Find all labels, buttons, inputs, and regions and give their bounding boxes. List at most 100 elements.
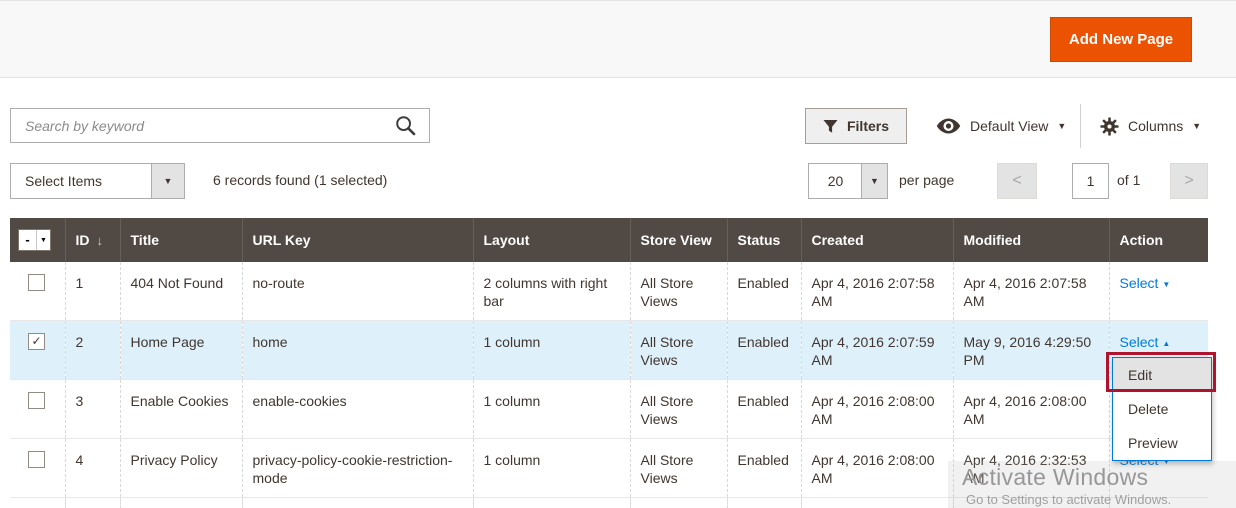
chevron-down-icon: ▼ (870, 177, 879, 186)
cell-action: Select▼ (1109, 262, 1208, 320)
columns-label: Columns (1128, 118, 1183, 134)
activate-windows-subtext: Go to Settings to activate Windows. (966, 492, 1171, 507)
search-icon[interactable] (395, 115, 416, 136)
per-page-label: per page (899, 172, 954, 188)
cell-title: Enable Cookies (120, 379, 242, 438)
columns-control[interactable]: Columns ▼ (1100, 108, 1201, 144)
cell-title: Privacy Policy (120, 438, 242, 497)
activate-windows-watermark: Activate Windows (962, 464, 1148, 491)
cell-layout: 1 column (473, 320, 630, 379)
per-page-caret-button[interactable]: ▼ (861, 164, 887, 198)
search-input[interactable] (10, 108, 430, 143)
table-row: ✓ 2 Home Page home 1 column All Store Vi… (10, 320, 1208, 379)
row-action-menu: Edit Delete Preview (1112, 357, 1212, 461)
cell-created: Apr 4, 2016 2:07:59 AM (801, 320, 953, 379)
column-header-layout[interactable]: Layout (473, 218, 630, 262)
select-all-dash: - (19, 231, 36, 249)
chevron-down-icon: ▼ (37, 237, 50, 244)
row-select-cell (10, 438, 65, 497)
cell-created: Apr 4, 2016 2:07:58 AM (801, 262, 953, 320)
chevron-up-icon: ▲ (1162, 339, 1170, 348)
cell-url-key: no-route (242, 262, 473, 320)
column-header-action: Action (1109, 218, 1208, 262)
filter-funnel-icon (823, 119, 838, 134)
per-page-value: 20 (809, 164, 862, 198)
action-menu-item-preview[interactable]: Preview (1113, 426, 1211, 460)
chevron-down-icon: ▼ (1192, 122, 1201, 131)
column-header-id[interactable]: ID↓ (65, 218, 120, 262)
cell-status: Enabled (727, 262, 801, 320)
column-header-title[interactable]: Title (120, 218, 242, 262)
mass-action-select[interactable]: Select Items ▼ (10, 163, 185, 199)
records-summary: 6 records found (1 selected) (213, 172, 387, 188)
column-header-modified[interactable]: Modified (953, 218, 1109, 262)
sort-descending-icon: ↓ (97, 233, 104, 248)
cell-modified: Apr 4, 2016 2:08:00 AM (953, 379, 1109, 438)
cell-store-view: All Store Views (630, 320, 727, 379)
cell-created: Apr 4, 2016 2:08:00 AM (801, 438, 953, 497)
keyword-search (10, 108, 430, 143)
cell-status: Enabled (727, 379, 801, 438)
cell-layout: 2 columns with right bar (473, 262, 630, 320)
cell-id: 4 (65, 438, 120, 497)
row-select-cell (10, 262, 65, 320)
per-page-select[interactable]: 20 ▼ (808, 163, 888, 199)
row-action-select[interactable]: Select▼ (1120, 275, 1171, 291)
row-checkbox-checked[interactable]: ✓ (28, 333, 45, 350)
row-select-cell: ✓ (10, 320, 65, 379)
toolbar-divider (1080, 104, 1081, 148)
row-checkbox[interactable] (28, 451, 45, 468)
row-checkbox[interactable] (28, 274, 45, 291)
filters-label: Filters (847, 118, 889, 134)
cell-layout: 1 column (473, 379, 630, 438)
cell-id: 2 (65, 320, 120, 379)
eye-icon (936, 118, 961, 134)
checkmark-icon: ✓ (31, 332, 41, 350)
column-header-store-view[interactable]: Store View (630, 218, 727, 262)
cell-title: 404 Not Found (120, 262, 242, 320)
cell-store-view: All Store Views (630, 379, 727, 438)
row-checkbox[interactable] (28, 392, 45, 409)
cell-status: Enabled (727, 438, 801, 497)
row-select-cell (10, 379, 65, 438)
row-action-select-open[interactable]: Select▲ (1120, 334, 1171, 350)
gear-icon (1100, 117, 1119, 136)
cell-modified: May 9, 2016 4:29:50 PM (953, 320, 1109, 379)
current-page-input[interactable] (1072, 163, 1109, 199)
cell-store-view: All Store Views (630, 438, 727, 497)
select-all-header: - ▼ (10, 218, 65, 262)
mass-action-label: Select Items (25, 164, 102, 198)
select-all-control[interactable]: - ▼ (18, 229, 51, 251)
next-page-button[interactable]: > (1170, 163, 1208, 199)
total-pages-label: of 1 (1117, 172, 1140, 188)
cell-id: 1 (65, 262, 120, 320)
filters-button[interactable]: Filters (805, 108, 907, 144)
cell-title: Home Page (120, 320, 242, 379)
previous-page-button[interactable]: < (997, 163, 1037, 199)
add-new-page-button[interactable]: Add New Page (1050, 17, 1192, 62)
cell-id: 3 (65, 379, 120, 438)
action-menu-item-edit[interactable]: Edit (1113, 358, 1211, 392)
cell-url-key: privacy-policy-cookie-restriction-mode (242, 438, 473, 497)
table-row: 1 404 Not Found no-route 2 columns with … (10, 262, 1208, 320)
column-header-status[interactable]: Status (727, 218, 801, 262)
cell-layout: 1 column (473, 438, 630, 497)
table-row: 3 Enable Cookies enable-cookies 1 column… (10, 379, 1208, 438)
table-header-row: - ▼ ID↓ Title URL Key Layout Store View … (10, 218, 1208, 262)
default-view-switcher[interactable]: Default View ▼ (936, 108, 1066, 144)
chevron-down-icon: ▼ (164, 177, 173, 186)
cell-status: Enabled (727, 320, 801, 379)
chevron-down-icon: ▼ (1057, 122, 1066, 131)
column-header-created[interactable]: Created (801, 218, 953, 262)
chevron-down-icon: ▼ (1162, 280, 1170, 289)
cell-store-view: All Store Views (630, 262, 727, 320)
action-menu-item-delete[interactable]: Delete (1113, 392, 1211, 426)
cell-created: Apr 4, 2016 2:08:00 AM (801, 379, 953, 438)
column-header-url-key[interactable]: URL Key (242, 218, 473, 262)
cell-url-key: enable-cookies (242, 379, 473, 438)
cell-url-key: home (242, 320, 473, 379)
default-view-label: Default View (970, 118, 1048, 134)
mass-action-caret-button[interactable]: ▼ (151, 164, 184, 198)
cell-modified: Apr 4, 2016 2:07:58 AM (953, 262, 1109, 320)
cms-pages-grid-screen: Add New Page Filters Default View ▼ (0, 0, 1236, 508)
